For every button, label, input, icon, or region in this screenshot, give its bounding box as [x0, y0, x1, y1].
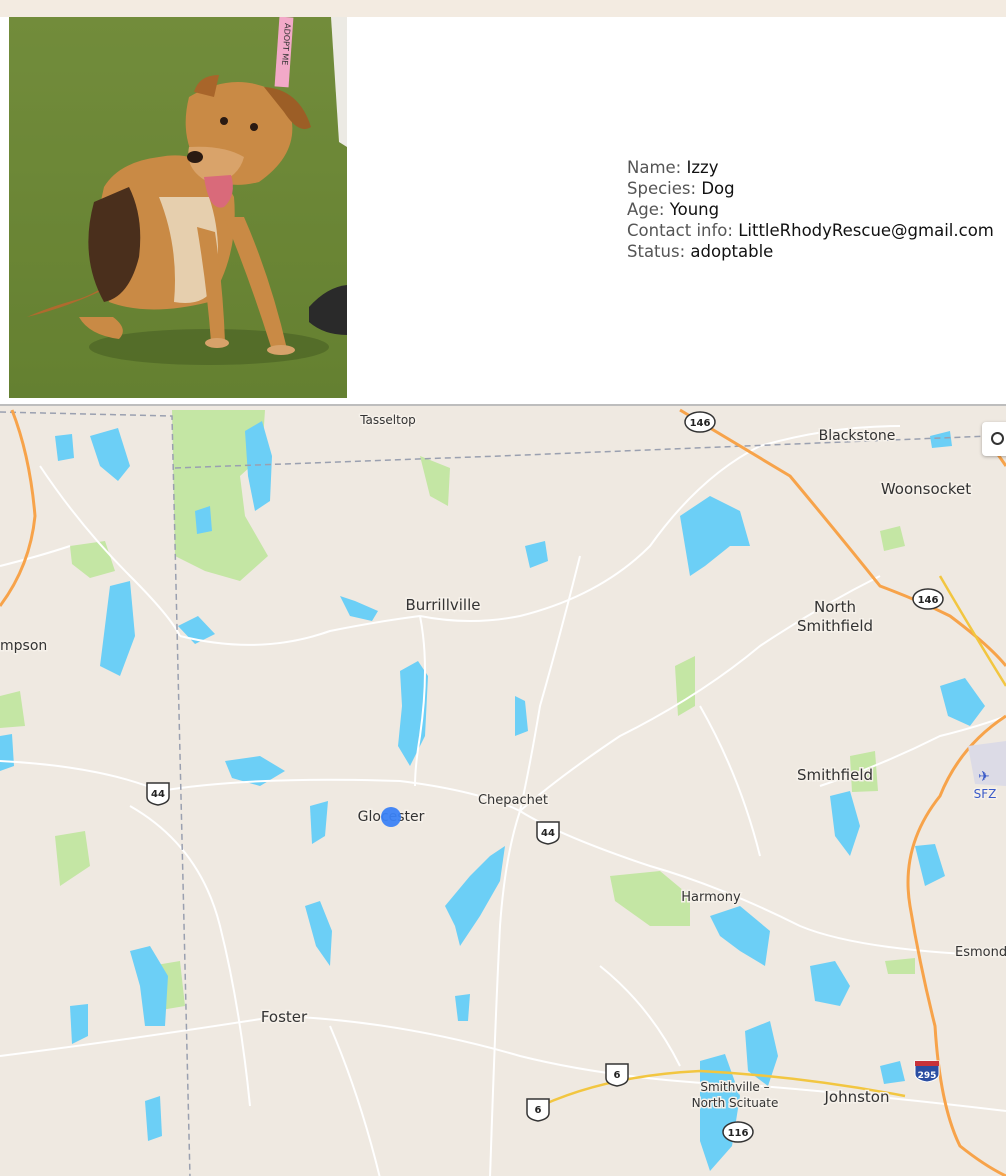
place-smithville-1: Smithville – [700, 1080, 769, 1094]
route-6-shield-2: 6 [526, 1098, 550, 1122]
route-146-shield-1: 146 [684, 411, 716, 433]
map-canvas[interactable]: 146 146 44 44 6 6 116 295 ✈ SFZ Tasselto… [0, 406, 1006, 1176]
place-smithville-2: North Scituate [692, 1096, 779, 1110]
pet-info: Name: Izzy Species: Dog Age: Young Conta… [627, 157, 994, 262]
route-44-shield-2: 44 [536, 821, 560, 845]
route-6-label-2: 6 [535, 1105, 542, 1116]
pet-species-value: Dog [701, 179, 735, 198]
map-search-button[interactable] [982, 422, 1006, 456]
route-295-shield: 295 [914, 1060, 940, 1083]
place-chepachet: Chepachet [478, 793, 548, 808]
place-tasseltop: Tasseltop [359, 413, 416, 427]
pet-contact-label: Contact info: [627, 221, 733, 240]
route-295-label: 295 [918, 1071, 937, 1081]
route-116-shield: 116 [722, 1121, 754, 1143]
map[interactable]: 146 146 44 44 6 6 116 295 ✈ SFZ Tasselto… [0, 404, 1006, 1176]
place-burrillville: Burrillville [406, 596, 481, 614]
pet-name-row: Name: Izzy [627, 157, 994, 178]
pet-photo: ADOPT ME [9, 17, 347, 398]
place-harmony: Harmony [681, 890, 741, 905]
pet-age-value: Young [669, 200, 720, 219]
pet-name-label: Name: [627, 158, 682, 177]
route-44-label-1: 44 [151, 789, 165, 800]
pet-contact-row: Contact info: LittleRhodyRescue@gmail.co… [627, 220, 994, 241]
place-blackstone: Blackstone [819, 428, 896, 444]
place-woonsocket: Woonsocket [881, 480, 971, 498]
svg-text:✈: ✈ [978, 769, 990, 785]
pet-contact-value[interactable]: LittleRhodyRescue@gmail.com [738, 221, 994, 240]
pet-species-row: Species: Dog [627, 178, 994, 199]
route-44-shield-1: 44 [146, 782, 170, 806]
place-north-smithfield-1: North [814, 598, 856, 616]
pet-status-row: Status: adoptable [627, 241, 994, 262]
route-6-label-1: 6 [614, 1070, 621, 1081]
place-johnston: Johnston [824, 1088, 890, 1106]
pet-age-row: Age: Young [627, 199, 994, 220]
place-smithfield: Smithfield [797, 766, 873, 784]
place-north-smithfield-2: Smithfield [797, 617, 873, 635]
pet-status-value: adoptable [690, 242, 774, 261]
route-146-shield-2: 146 [912, 588, 944, 610]
pet-age-label: Age: [627, 200, 665, 219]
pet-species-label: Species: [627, 179, 697, 198]
place-thompson: mpson [0, 638, 47, 654]
pet-status-label: Status: [627, 242, 686, 261]
route-44-label-2: 44 [541, 828, 555, 839]
route-6-shield-1: 6 [605, 1063, 629, 1087]
place-foster: Foster [261, 1008, 308, 1026]
location-marker[interactable] [381, 807, 401, 827]
search-icon [991, 432, 1004, 445]
airport-label: SFZ [974, 787, 997, 801]
top-bar [0, 0, 1006, 17]
place-esmond: Esmond [955, 945, 1006, 960]
route-146-label-1: 146 [690, 418, 711, 429]
pet-name-value: Izzy [686, 158, 719, 177]
route-116-label: 116 [728, 1128, 749, 1139]
route-146-label-2: 146 [918, 595, 939, 606]
